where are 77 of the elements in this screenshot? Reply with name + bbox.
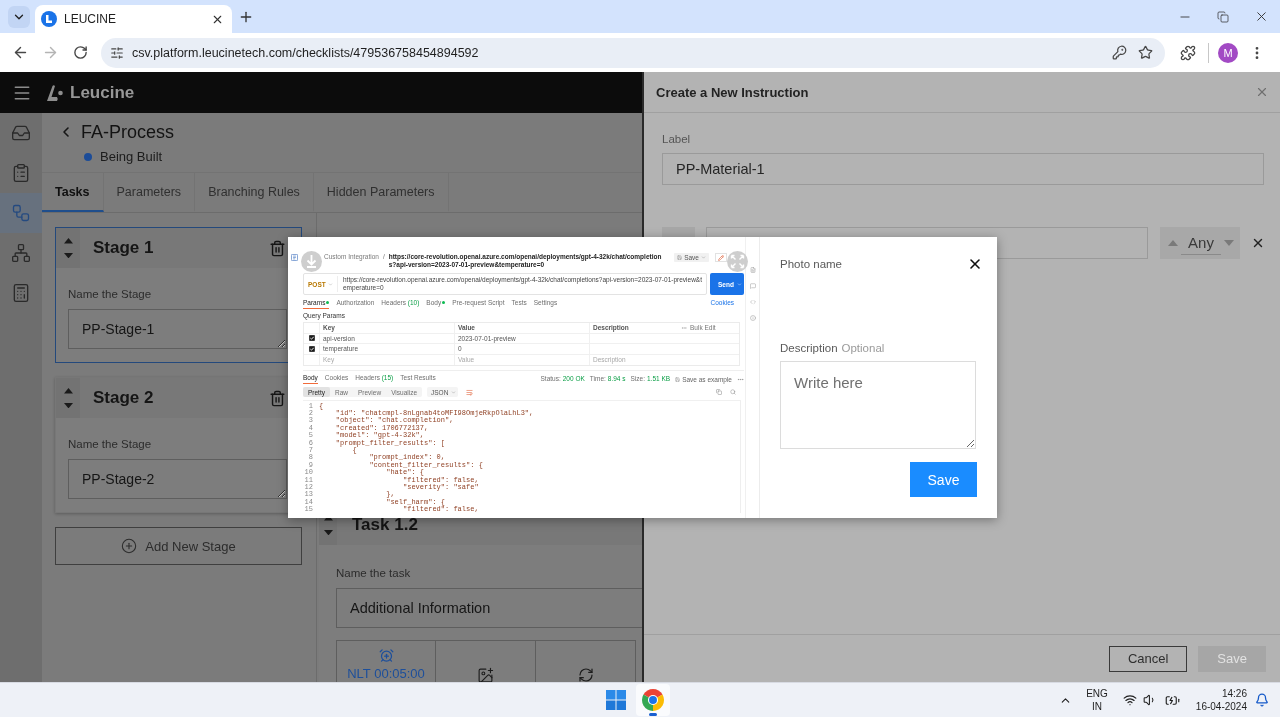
brand-name: Leucine (70, 82, 135, 103)
panel-title: Create a New Instruction (656, 84, 809, 100)
star-icon[interactable] (1137, 45, 1153, 60)
tab-search-button[interactable] (8, 5, 30, 28)
list-icon (291, 253, 298, 261)
address-bar[interactable]: csv.platform.leucinetech.com/checklists/479536758454894592 (101, 37, 1165, 68)
description-label: Description (780, 342, 838, 354)
pencil-icon (718, 254, 724, 261)
clock[interactable]: 14:26 16-04-2024 (1195, 687, 1247, 713)
wrap-icon[interactable] (466, 388, 474, 396)
field-label: Label (662, 133, 692, 146)
key-icon[interactable] (1111, 45, 1127, 60)
close-icon[interactable] (967, 256, 983, 272)
caret-down-icon[interactable] (63, 402, 73, 408)
task-name-field[interactable]: Additional Information (336, 588, 642, 628)
wifi-icon[interactable] (1122, 693, 1137, 707)
remove-icon[interactable] (1251, 236, 1265, 250)
field-label: Name the task (336, 567, 412, 580)
process-status: Being Built (100, 149, 163, 164)
caret-down-icon[interactable] (323, 529, 333, 535)
stage-name-field[interactable]: PP-Stage-2 (68, 459, 287, 499)
chevron-down-icon (737, 281, 742, 287)
description-field[interactable]: Write here (780, 361, 976, 449)
clipboard-icon (11, 163, 31, 183)
hierarchy-icon (11, 243, 31, 263)
flowchart-icon (11, 203, 31, 223)
edit-button[interactable] (715, 253, 727, 262)
tab[interactable]: Hidden Parameters (313, 173, 449, 212)
field-label: Name the Stage (68, 438, 153, 451)
chevron-down-icon (328, 281, 333, 287)
refresh-icon (577, 667, 594, 682)
tab[interactable]: Branching Rules (195, 173, 314, 212)
add-stage-button[interactable]: Add New Stage (55, 527, 302, 565)
input-language[interactable]: ENG IN (1086, 687, 1108, 713)
favicon-icon (41, 11, 57, 27)
checkbox[interactable] (308, 335, 315, 342)
running-indicator (649, 713, 657, 716)
cancel-button[interactable]: Cancel (1108, 645, 1188, 672)
profile-avatar[interactable]: M (1218, 42, 1238, 63)
tab[interactable]: Parameters (103, 173, 196, 212)
logo-icon (44, 82, 64, 103)
process-title: FA-Process (81, 121, 175, 143)
tab[interactable]: Tasks (42, 173, 104, 212)
chrome-icon (642, 689, 664, 711)
delete-icon[interactable] (269, 239, 286, 257)
alarm-clock-icon (378, 648, 394, 663)
stage-name-field[interactable]: PP-Stage-1 (68, 309, 287, 349)
extensions-icon[interactable] (1180, 44, 1196, 61)
calculator-icon (11, 283, 31, 303)
windows-logo-icon (606, 690, 626, 710)
site-settings-icon[interactable] (110, 45, 124, 60)
task-title: Task 1.2 (352, 515, 419, 535)
chevron-down-icon (451, 389, 457, 395)
restore-icon[interactable] (1217, 10, 1229, 23)
stage-title: Stage 2 (93, 388, 155, 408)
field-label: Name the Stage (68, 288, 153, 301)
status-dot-icon (84, 152, 92, 161)
inbox-icon (11, 123, 31, 143)
stage-title: Stage 1 (93, 238, 155, 258)
browser-taskbar-button[interactable] (636, 684, 670, 716)
save-icon (677, 255, 683, 260)
chevron-down-icon (701, 255, 706, 260)
optional-hint: Optional (841, 342, 885, 354)
checkbox[interactable] (308, 345, 315, 352)
stage-card[interactable]: Stage 1 Name the Stage PP-Stage-1 (55, 227, 302, 363)
browser-tab[interactable]: LEUCINE (35, 5, 232, 33)
photo-name-label: Photo name (780, 258, 842, 270)
label-field[interactable]: PP-Material-1 (662, 153, 1264, 185)
notification-bell-icon[interactable] (1255, 693, 1269, 707)
more-icon (681, 324, 687, 331)
caret-down-icon[interactable] (63, 252, 73, 258)
delete-icon[interactable] (269, 389, 286, 407)
reload-icon[interactable] (72, 45, 88, 60)
save-icon (675, 376, 681, 382)
image-icon (477, 667, 494, 682)
save-button[interactable]: Save (910, 462, 977, 497)
add-icon (121, 538, 138, 554)
